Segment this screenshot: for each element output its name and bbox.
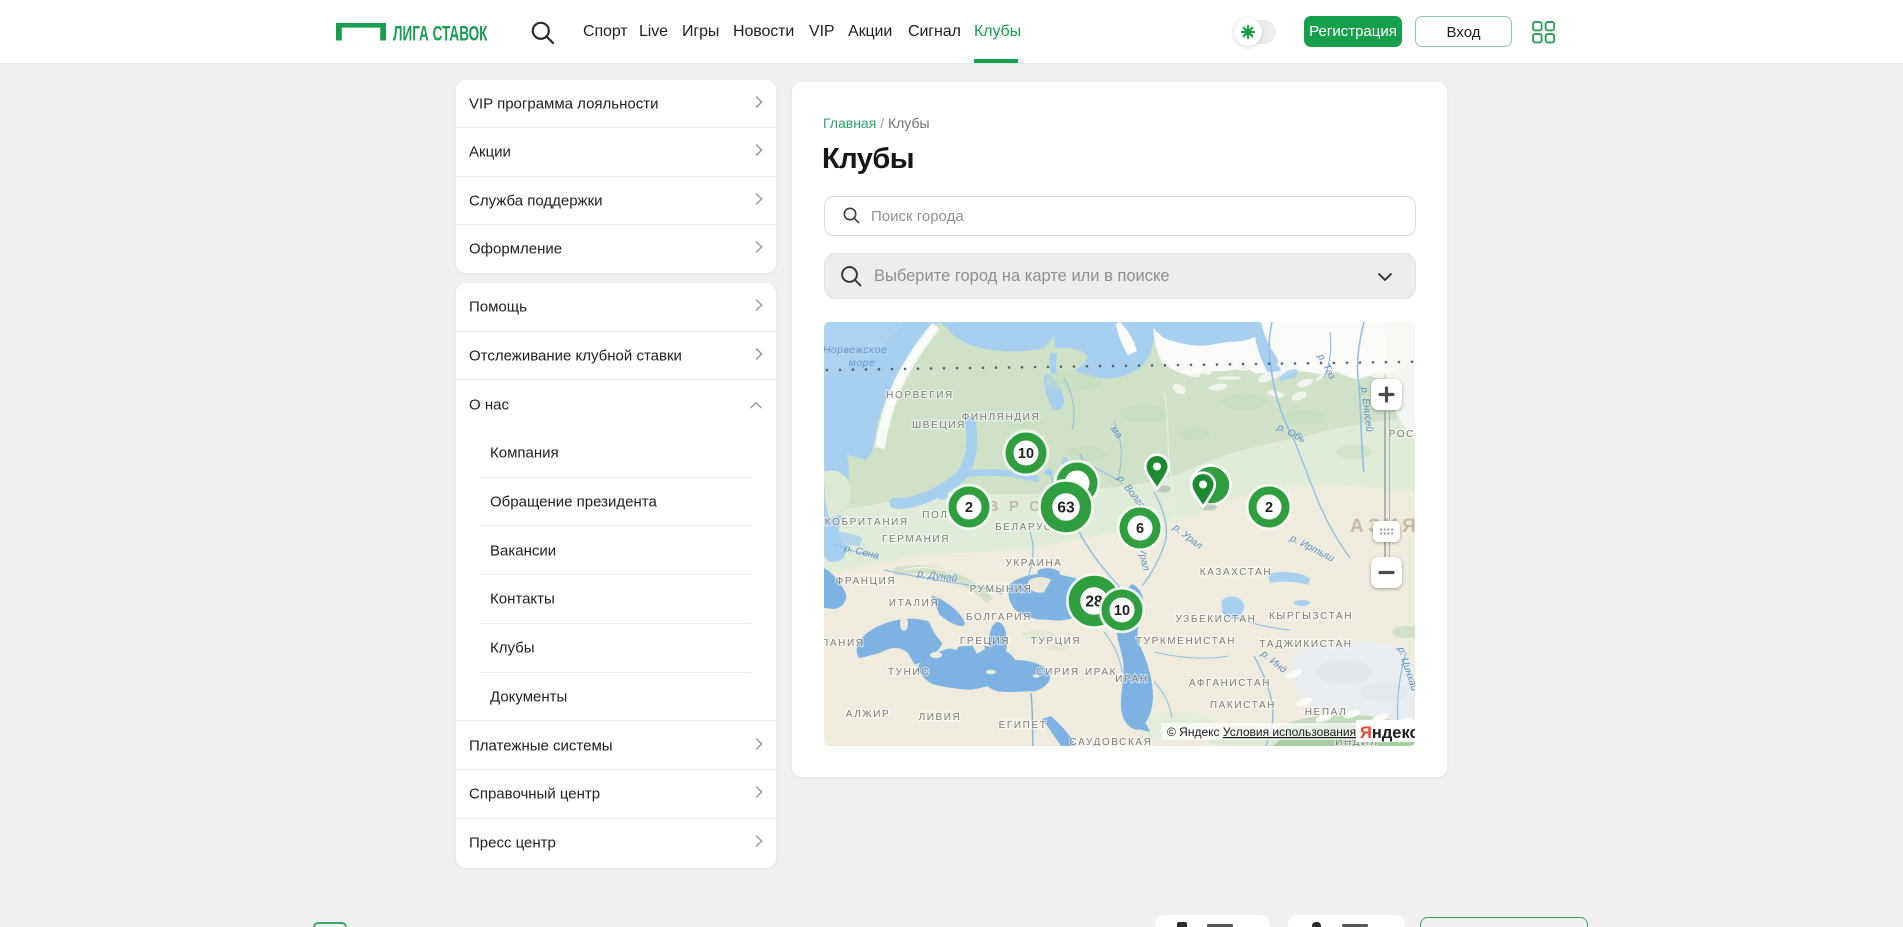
- svg-text:ТУРЦИЯ: ТУРЦИЯ: [1031, 636, 1082, 647]
- svg-text:63: 63: [1057, 499, 1075, 516]
- svg-text:ИСПАНИЯ: ИСПАНИЯ: [824, 638, 865, 649]
- svg-text:2: 2: [1265, 500, 1273, 516]
- svg-text:2: 2: [965, 500, 973, 516]
- svg-text:НОРВЕГИЯ: НОРВЕГИЯ: [886, 390, 954, 401]
- svg-text:ФРАНЦИЯ: ФРАНЦИЯ: [836, 576, 897, 587]
- svg-text:РУМЫНИЯ: РУМЫНИЯ: [970, 584, 1033, 595]
- svg-text:РОССИЯ: РОССИЯ: [1389, 429, 1415, 440]
- svg-text:ТУРКМЕНИСТАН: ТУРКМЕНИСТАН: [1136, 636, 1236, 647]
- svg-text:АЛЖИР: АЛЖИР: [846, 709, 891, 720]
- svg-text:КАЗАХСТАН: КАЗАХСТАН: [1200, 567, 1272, 578]
- svg-text:ТАДЖИКИСТАН: ТАДЖИКИСТАН: [1259, 639, 1352, 650]
- svg-text:ЛИГА СТАВОК: ЛИГА СТАВОК: [393, 23, 487, 43]
- svg-text:море: море: [849, 357, 876, 369]
- svg-text:УКРАИНА: УКРАИНА: [1005, 558, 1062, 569]
- svg-text:10: 10: [1114, 603, 1130, 619]
- svg-text:УЗБЕКИСТАН: УЗБЕКИСТАН: [1176, 614, 1257, 625]
- svg-text:СИРИЯ: СИРИЯ: [1036, 667, 1080, 678]
- svg-text:Норвежское: Норвежское: [824, 344, 887, 356]
- svg-text:АФГАНИСТАН: АФГАНИСТАН: [1189, 678, 1271, 689]
- svg-text:Яндекс: Яндекс: [1360, 724, 1415, 742]
- svg-text:КЫРГЫЗСТАН: КЫРГЫЗСТАН: [1269, 611, 1353, 622]
- svg-text:САУДОВСКАЯ: САУДОВСКАЯ: [1070, 737, 1153, 746]
- svg-text:НЕПАЛ: НЕПАЛ: [1305, 707, 1348, 718]
- svg-text:ГРЕЦИЯ: ГРЕЦИЯ: [960, 636, 1010, 647]
- svg-text:ПАКИСТАН: ПАКИСТАН: [1210, 700, 1276, 711]
- svg-text:ИРАК: ИРАК: [1085, 667, 1117, 678]
- svg-text:© Яндекс Условия использования: © Яндекс Условия использования: [1167, 725, 1356, 739]
- svg-text:ШВЕЦИЯ: ШВЕЦИЯ: [912, 420, 966, 431]
- svg-text:ЛИВИЯ: ЛИВИЯ: [919, 712, 962, 723]
- svg-text:6: 6: [1136, 521, 1144, 537]
- svg-text:10: 10: [1018, 446, 1034, 462]
- svg-text:ГЕРМАНИЯ: ГЕРМАНИЯ: [882, 534, 950, 545]
- svg-text:ФИНЛЯНДИЯ: ФИНЛЯНДИЯ: [962, 412, 1041, 423]
- svg-text:ИТАЛИЯ: ИТАЛИЯ: [889, 598, 939, 609]
- svg-text:ТУНИС: ТУНИС: [888, 667, 930, 678]
- svg-text:ИРАН: ИРАН: [1115, 674, 1148, 685]
- svg-text:ВЕЛИКОБРИТАНИЯ: ВЕЛИКОБРИТАНИЯ: [824, 517, 909, 528]
- svg-text:БОЛГАРИЯ: БОЛГАРИЯ: [966, 612, 1032, 623]
- svg-text:ЕГИПЕТ: ЕГИПЕТ: [999, 720, 1048, 731]
